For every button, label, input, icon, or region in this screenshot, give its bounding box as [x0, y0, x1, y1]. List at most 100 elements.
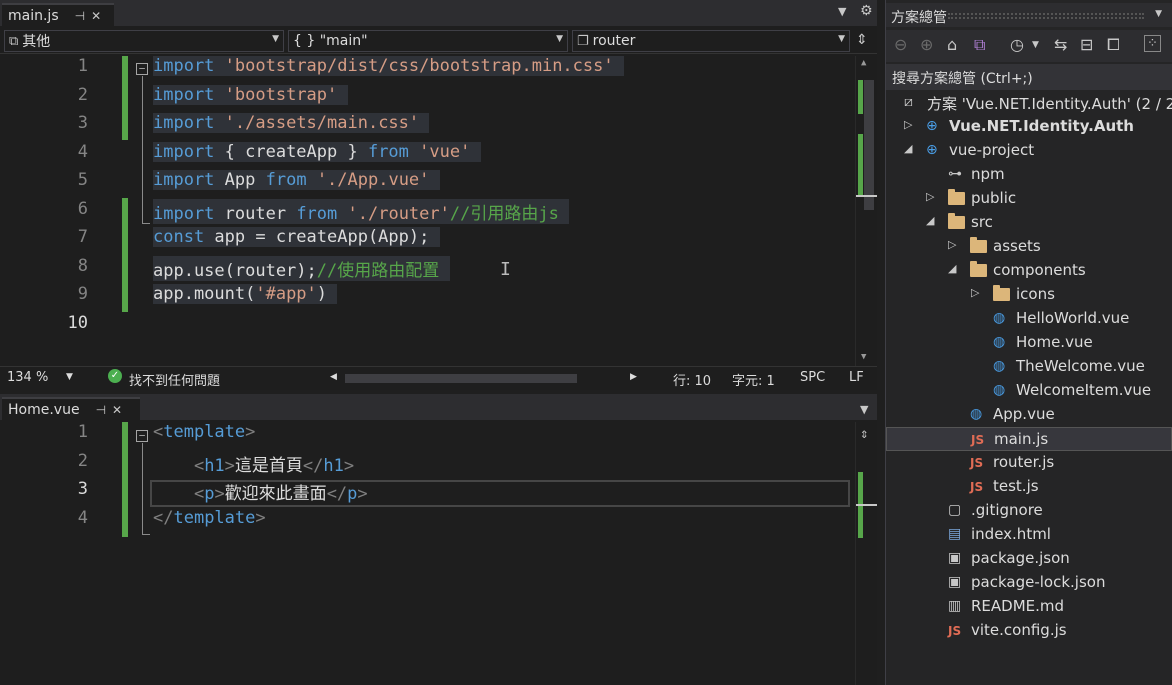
- expand-icon[interactable]: ▷: [948, 238, 956, 251]
- tab-home-vue[interactable]: Home.vue ⊣ ✕: [2, 397, 140, 420]
- code-line[interactable]: 5 import App from './App.vue': [0, 170, 877, 198]
- column-indicator[interactable]: 字元: 1: [732, 370, 775, 389]
- tree-item[interactable]: ⊶ npm: [886, 163, 1172, 187]
- collapse-icon[interactable]: ◢: [926, 214, 934, 227]
- code-area-home-vue[interactable]: − 1 <template> 2 <h1>這是首頁</h1> 3 <p>歡迎來此畫面<…: [0, 422, 877, 685]
- vertical-scrollbar[interactable]: ▲ ▼: [855, 56, 877, 368]
- sync-icon[interactable]: ⇆: [1054, 35, 1067, 54]
- pin-icon[interactable]: ⊣: [96, 403, 106, 417]
- tree-item[interactable]: ▷ icons: [886, 283, 1172, 307]
- collapse-all-icon[interactable]: ⊟: [1080, 35, 1093, 54]
- tree-item[interactable]: JS router.js: [886, 451, 1172, 475]
- close-icon[interactable]: ✕: [91, 9, 101, 23]
- json-file-icon: ▣: [948, 550, 962, 566]
- tree-item[interactable]: ◍ Home.vue: [886, 331, 1172, 355]
- chevron-down-icon[interactable]: ▼: [838, 5, 846, 18]
- scroll-right-icon[interactable]: ▶: [630, 372, 637, 382]
- tree-item[interactable]: JS main.js: [886, 427, 1172, 451]
- code-line[interactable]: 9 app.mount('#app'): [0, 284, 877, 312]
- chevron-down-icon[interactable]: ▼: [1032, 40, 1039, 50]
- tree-item[interactable]: ◍ WelcomeItem.vue: [886, 379, 1172, 403]
- back-icon[interactable]: ⊖: [894, 35, 907, 54]
- collapse-icon[interactable]: ◢: [948, 262, 956, 275]
- forward-icon[interactable]: ⊕: [920, 35, 933, 54]
- split-editor-icon[interactable]: ⇕: [856, 32, 868, 48]
- tree-item[interactable]: ▥ README.md: [886, 595, 1172, 619]
- json-file-icon: ▣: [948, 574, 962, 590]
- properties-icon[interactable]: ⁘: [1144, 35, 1161, 52]
- code-token: p: [204, 484, 215, 504]
- split-editor-icon[interactable]: ⇕: [860, 426, 868, 442]
- code-line[interactable]: 2 import 'bootstrap': [0, 84, 877, 113]
- tree-item[interactable]: ◢ components: [886, 259, 1172, 283]
- code-line[interactable]: 2 <h1>這是首頁</h1>: [0, 451, 877, 479]
- tree-item[interactable]: JS test.js: [886, 475, 1172, 499]
- tree-item[interactable]: ◍ TheWelcome.vue: [886, 355, 1172, 379]
- code-line[interactable]: 7 const app = createApp(App);: [0, 227, 877, 255]
- chevron-down-icon[interactable]: ▼: [1155, 9, 1162, 19]
- code-line[interactable]: 8 app.use(router);//使用路由配置: [0, 255, 877, 284]
- zoom-level[interactable]: 134 %: [7, 370, 48, 385]
- chevron-down-icon[interactable]: ▼: [860, 403, 868, 416]
- expand-icon[interactable]: ▷: [904, 118, 912, 131]
- tree-item[interactable]: ◍ HelloWorld.vue: [886, 307, 1172, 331]
- indent-mode[interactable]: SPC: [800, 370, 825, 385]
- tree-item[interactable]: ◍ App.vue: [886, 403, 1172, 427]
- tree-item[interactable]: ▷ assets: [886, 235, 1172, 259]
- expand-icon[interactable]: ▷: [926, 190, 934, 203]
- collapse-icon[interactable]: ◢: [904, 142, 912, 155]
- line-number: 9: [77, 284, 88, 304]
- history-icon[interactable]: ◷: [1010, 35, 1024, 54]
- scroll-down-icon[interactable]: ▼: [861, 352, 866, 362]
- code-line[interactable]: 4 import { createApp } from 'vue': [0, 141, 877, 170]
- horizontal-scroll-thumb[interactable]: [345, 374, 577, 383]
- tree-item[interactable]: ▢ .gitignore: [886, 499, 1172, 523]
- solution-search-input[interactable]: 搜尋方案總管 (Ctrl+;): [886, 64, 1172, 90]
- code-line[interactable]: 1 import 'bootstrap/dist/css/bootstrap.mi…: [0, 56, 877, 84]
- file-icon: ▢: [948, 502, 962, 518]
- tree-item[interactable]: ▤ index.html: [886, 523, 1172, 547]
- member-scope-dropdown[interactable]: ❐ router ▼: [572, 30, 850, 52]
- scroll-up-icon[interactable]: ▲: [861, 58, 866, 68]
- switch-views-icon[interactable]: ⧉: [974, 35, 985, 55]
- code-line[interactable]: 3 <p>歡迎來此畫面</p>: [0, 479, 877, 507]
- code-line[interactable]: 4 </template>: [0, 508, 877, 536]
- line-indicator[interactable]: 行: 10: [673, 370, 711, 389]
- tree-item[interactable]: ▷ public: [886, 187, 1172, 211]
- line-ending[interactable]: LF: [849, 370, 864, 385]
- pin-icon[interactable]: ⊣: [75, 9, 85, 23]
- code-line[interactable]: 10: [0, 313, 877, 341]
- code-token: </: [153, 507, 174, 528]
- show-all-files-icon[interactable]: ⧠: [1107, 35, 1120, 55]
- expand-icon[interactable]: ▷: [971, 286, 979, 299]
- tree-item[interactable]: ◢ src: [886, 211, 1172, 235]
- code-line[interactable]: 3 import './assets/main.css': [0, 113, 877, 141]
- issues-status[interactable]: 找不到任何問題: [129, 370, 220, 389]
- tree-item[interactable]: ▣ package-lock.json: [886, 571, 1172, 595]
- gear-icon[interactable]: ⚙: [860, 3, 873, 19]
- tree-item[interactable]: JS vite.config.js: [886, 619, 1172, 643]
- home-icon[interactable]: ⌂: [947, 35, 957, 54]
- scroll-left-icon[interactable]: ◀: [330, 372, 337, 382]
- code-token: //使用路由配置: [316, 260, 440, 281]
- drag-grip[interactable]: [948, 13, 1144, 19]
- vue-file-icon: ◍: [993, 310, 1006, 326]
- code-line[interactable]: 1 <template>: [0, 422, 877, 450]
- caret-marker: [856, 195, 877, 197]
- code-token: { createApp }: [214, 141, 368, 162]
- vertical-scrollbar[interactable]: ⇕: [855, 422, 877, 685]
- close-icon[interactable]: ✕: [112, 403, 122, 417]
- folder-icon: [970, 261, 987, 279]
- project-scope-dropdown[interactable]: ⧉ 其他 ▼: [4, 30, 284, 52]
- tab-main-js[interactable]: main.js ⊣ ✕: [2, 3, 114, 26]
- tree-item[interactable]: ◢ ⊕ vue-project: [886, 139, 1172, 163]
- tree-item[interactable]: ▷ ⊕ Vue.NET.Identity.Auth: [886, 115, 1172, 139]
- tree-item[interactable]: ▣ package.json: [886, 547, 1172, 571]
- scroll-thumb[interactable]: [864, 80, 874, 210]
- navigation-bar: ⧉ 其他 ▼ { } "main" ▼ ❐ router ▼ ⇕: [0, 27, 877, 54]
- type-scope-dropdown[interactable]: { } "main" ▼: [288, 30, 568, 52]
- code-line[interactable]: 6 import router from './router'//引用路由js: [0, 198, 877, 227]
- chevron-down-icon[interactable]: ▼: [66, 372, 73, 382]
- tree-item[interactable]: ⧄ 方案 'Vue.NET.Identity.Auth' (2 / 2 個: [886, 91, 1172, 115]
- code-area-main-js[interactable]: − 1 import 'bootstrap/dist/css/bootstrap.…: [0, 56, 877, 368]
